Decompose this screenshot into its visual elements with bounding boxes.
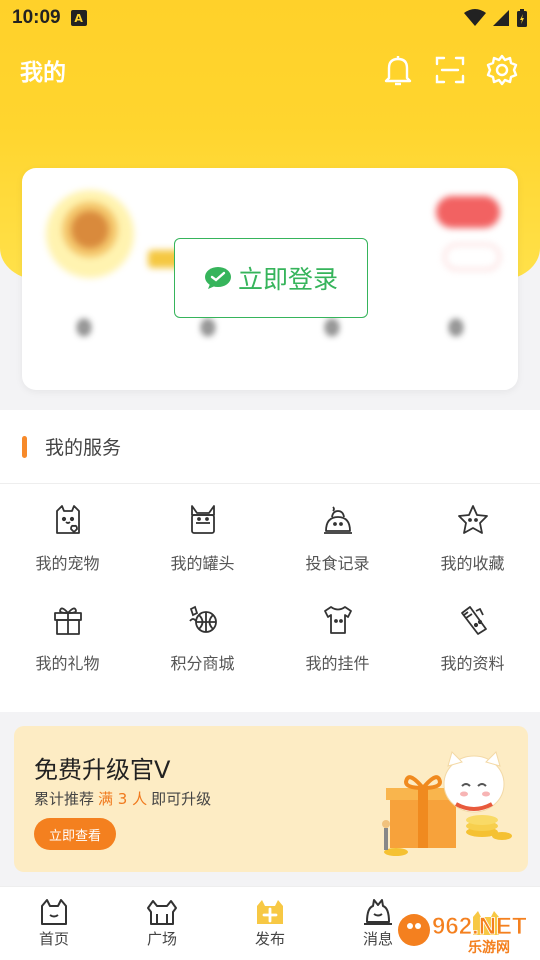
status-icons (464, 8, 528, 28)
message-icon (364, 899, 392, 925)
services-title: 我的服务 (45, 437, 122, 459)
service-label: 我的收藏 (440, 554, 505, 573)
feed-record-icon (320, 502, 356, 538)
profile-action-pill (436, 196, 500, 228)
can-icon (185, 502, 221, 538)
stat-item: 0 (325, 316, 339, 340)
promo-title: 免费升级官V (34, 756, 171, 784)
pet-icon (50, 502, 86, 538)
services-header: 我的服务 (0, 410, 540, 484)
service-label: 我的挂件 (305, 654, 370, 673)
nav-publish[interactable]: 发布 (216, 887, 324, 960)
stat-item: 0 (449, 316, 463, 340)
promo-sub-pre: 累计推荐 (34, 790, 95, 808)
service-pendant[interactable]: 我的挂件 (270, 602, 405, 702)
settings-gear-icon[interactable] (484, 52, 520, 88)
scan-icon[interactable] (432, 52, 468, 88)
svg-text:962.NET: 962.NET (432, 913, 527, 940)
section-accent-bar (22, 435, 27, 458)
shirt-icon (320, 602, 356, 638)
service-can[interactable]: 我的罐头 (135, 502, 270, 602)
home-cat-icon (41, 899, 67, 925)
profile-stats: 0 0 0 0 (22, 316, 518, 376)
service-label: 投食记录 (305, 554, 370, 573)
square-icon (147, 900, 177, 925)
promo-view-button[interactable]: 立即查看 (34, 818, 116, 850)
service-label: 积分商城 (170, 654, 235, 673)
service-gift[interactable]: 我的礼物 (0, 602, 135, 702)
signal-icon (493, 10, 509, 26)
star-icon (455, 502, 491, 538)
bell-icon[interactable] (380, 52, 416, 88)
promo-sub-highlight: 满 3 人 (98, 790, 148, 808)
login-label: 立即登录 (237, 265, 338, 294)
nav-label: 首页 (38, 930, 69, 948)
services-section: 我的服务 我的宠物 我的罐头 投食记录 我的收藏 我的礼物 积分商城 我的挂件 … (0, 410, 540, 712)
service-label: 我的资料 (440, 654, 505, 673)
gift-icon (50, 602, 86, 638)
promo-sub-post: 即可升级 (151, 790, 212, 808)
battery-icon (517, 9, 527, 27)
notification-icon: A (70, 10, 87, 26)
wechat-login-button[interactable]: 立即登录 (174, 238, 368, 318)
upgrade-promo-banner[interactable]: 免费升级官V 累计推荐 满 3 人 即可升级 立即查看 (14, 726, 528, 872)
status-time: 10:09 (12, 7, 61, 28)
nav-label: 消息 (362, 930, 393, 948)
avatar (46, 190, 134, 278)
svg-text:乐游网: 乐游网 (468, 939, 510, 956)
stat-item: 0 (77, 316, 91, 340)
lucky-cat-gift-illustration (382, 751, 512, 856)
stat-item: 0 (201, 316, 215, 340)
points-mall-icon (185, 602, 221, 638)
nav-home[interactable]: 首页 (0, 887, 108, 960)
service-label: 我的礼物 (35, 654, 100, 673)
promo-subtitle: 累计推荐 满 3 人 即可升级 (34, 788, 211, 809)
profile-tag-pill (444, 244, 500, 270)
service-label: 我的罐头 (170, 554, 235, 573)
nav-label: 广场 (146, 930, 177, 948)
service-favorites[interactable]: 我的收藏 (405, 502, 540, 602)
service-pet[interactable]: 我的宠物 (0, 502, 135, 602)
service-label: 我的宠物 (35, 554, 100, 573)
status-bar: 10:09 A (0, 0, 540, 36)
wifi-icon (464, 9, 486, 26)
profile-data-icon (455, 602, 491, 638)
title-bar: 我的 (0, 44, 540, 96)
nav-square[interactable]: 广场 (108, 887, 216, 960)
service-profile-data[interactable]: 我的资料 (405, 602, 540, 702)
publish-icon (257, 900, 283, 924)
site-watermark-logo: 962.NET 乐游网 (398, 913, 527, 956)
page-title: 我的 (20, 60, 66, 86)
wechat-icon (204, 267, 231, 289)
service-points-mall[interactable]: 积分商城 (135, 602, 270, 702)
service-feed-record[interactable]: 投食记录 (270, 502, 405, 602)
nav-label: 发布 (254, 930, 285, 948)
